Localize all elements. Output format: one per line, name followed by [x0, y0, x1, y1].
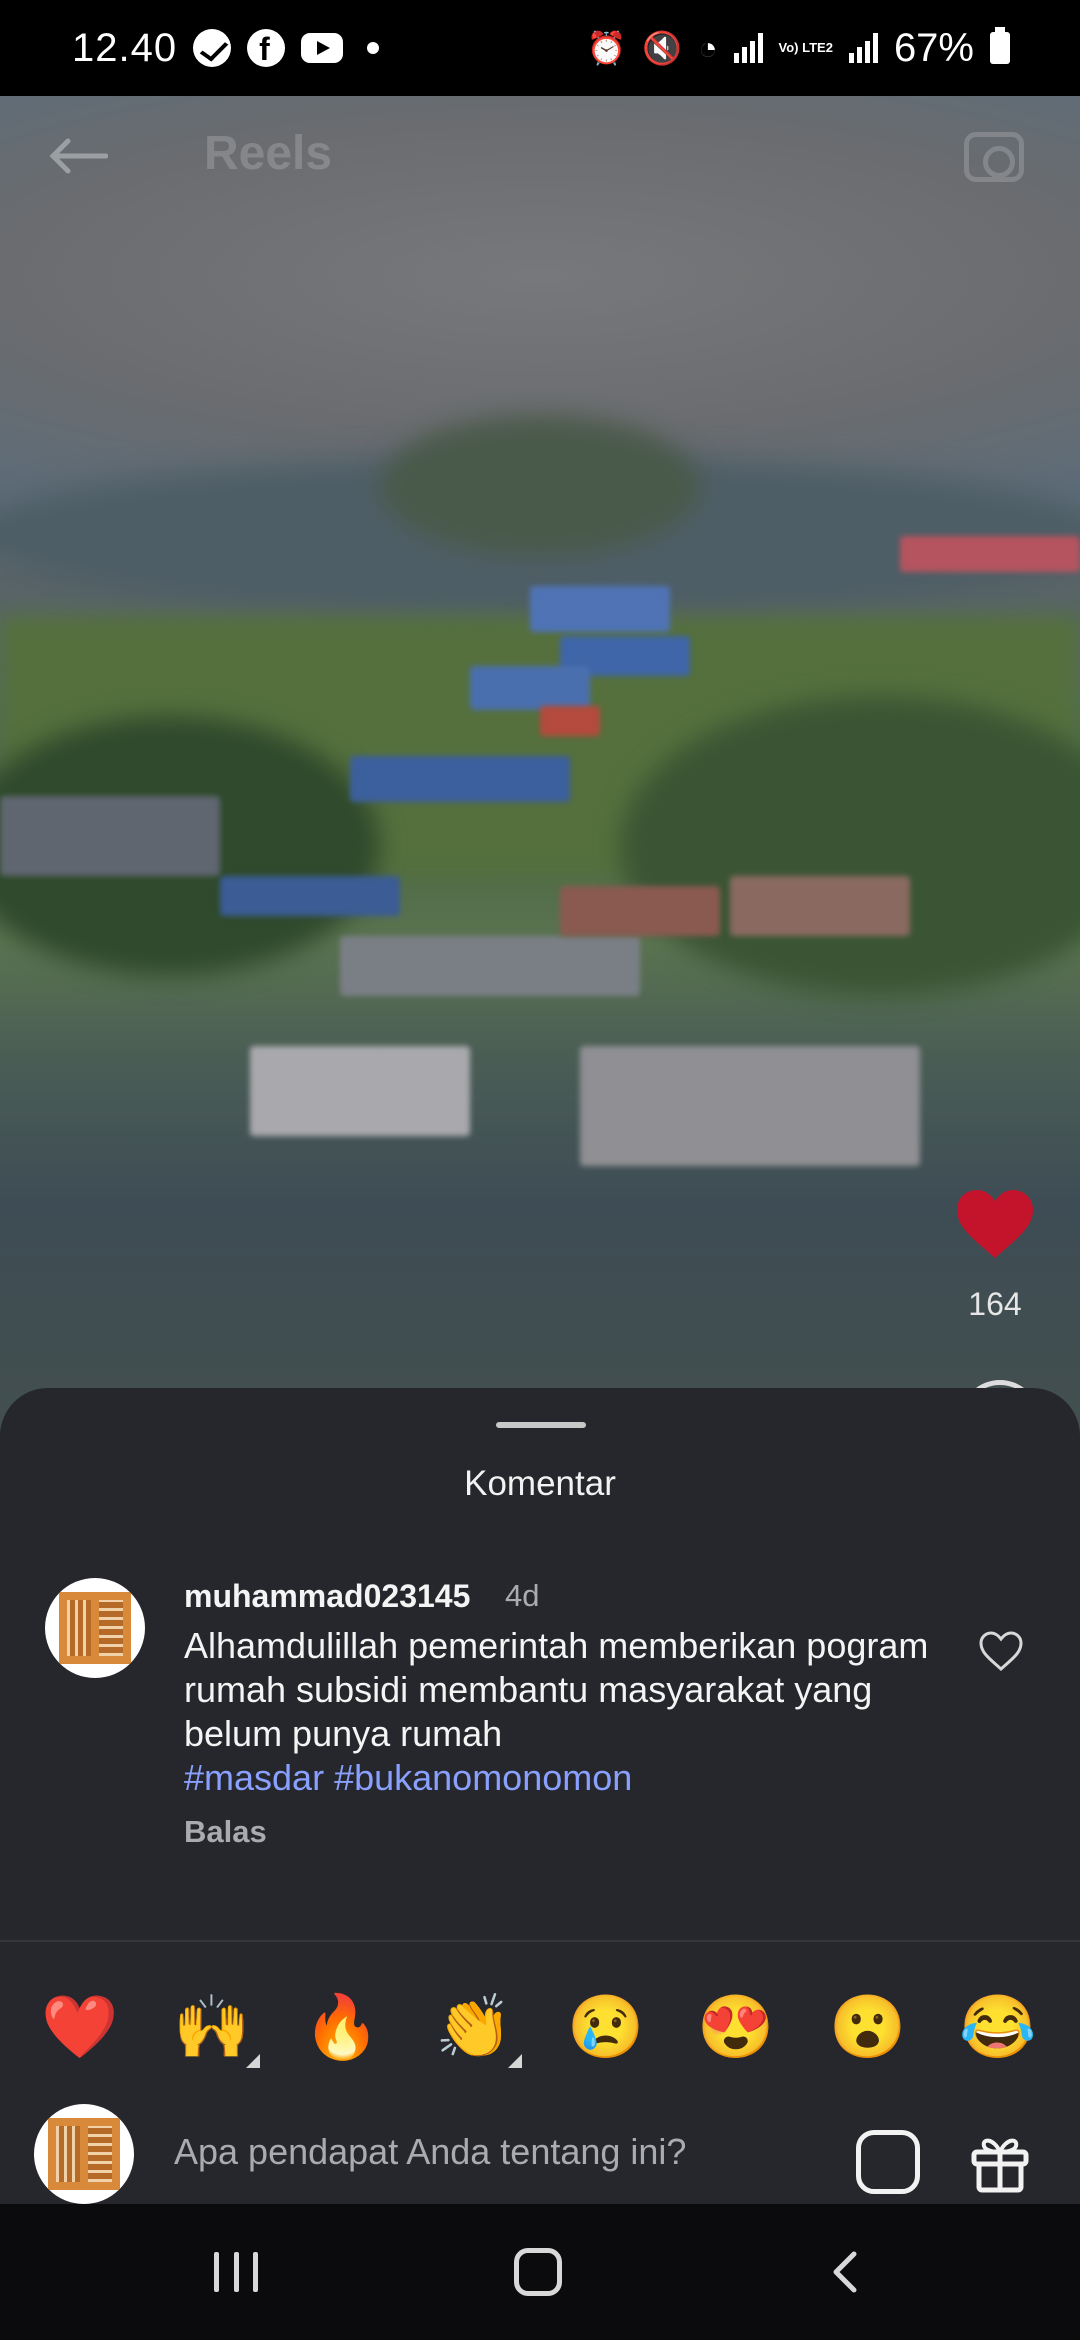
- video-trees: [380, 416, 700, 556]
- emoji-crying-button[interactable]: 😢: [566, 1988, 646, 2068]
- youtube-icon: [301, 33, 344, 63]
- messenger-icon: [193, 29, 232, 67]
- emoji-heart-eyes-button[interactable]: 😍: [696, 1988, 776, 2068]
- reel-video[interactable]: Reels 164: [0, 96, 1080, 1556]
- video-roof: [350, 756, 570, 802]
- comment-username[interactable]: muhammad023145: [184, 1578, 470, 1615]
- camera-icon[interactable]: [964, 132, 1024, 182]
- emoji-fire-button[interactable]: 🔥: [302, 1988, 382, 2068]
- mute-icon: 🔇: [642, 30, 683, 66]
- emoji-clap-button[interactable]: 👏: [434, 1988, 522, 2068]
- alarm-icon: ⏰: [586, 30, 627, 66]
- emoji-raising-hands-button[interactable]: 🙌: [172, 1988, 260, 2068]
- home-icon[interactable]: [514, 2248, 562, 2296]
- video-roof: [340, 936, 640, 996]
- comment-time: 4d: [505, 1578, 540, 1613]
- emoji-surprised-button[interactable]: 😮: [828, 1988, 908, 2068]
- comment-like-heart-icon[interactable]: [978, 1630, 1024, 1672]
- reels-title: Reels: [204, 127, 333, 180]
- notification-dot-icon: [367, 42, 380, 54]
- status-time: 12.40: [72, 25, 178, 70]
- gift-icon[interactable]: [968, 2130, 1032, 2194]
- back-icon[interactable]: [824, 2250, 868, 2294]
- video-roof: [470, 666, 590, 710]
- wifi-icon: ◔: [698, 29, 718, 66]
- divider: [0, 1940, 1080, 1942]
- facebook-icon: [247, 29, 286, 68]
- video-roof: [0, 796, 220, 876]
- video-roof: [560, 886, 720, 936]
- battery-icon: [990, 27, 1010, 64]
- my-avatar: [34, 2104, 134, 2204]
- sheet-drag-handle[interactable]: [496, 1422, 586, 1428]
- comment-input[interactable]: [174, 2120, 814, 2184]
- reply-button[interactable]: Balas: [184, 1814, 267, 1850]
- status-bar: 12.40 ⏰ 🔇 ◔ Vo) LTE2 67%: [0, 0, 1080, 96]
- back-arrow-icon[interactable]: [48, 138, 108, 174]
- video-roof: [540, 706, 600, 736]
- reel-like-heart-icon[interactable]: [955, 1188, 1035, 1260]
- signal-2-icon: [848, 33, 878, 63]
- reel-like-count: 164: [968, 1286, 1022, 1322]
- video-roof: [530, 586, 670, 632]
- system-nav-bar: [0, 2204, 1080, 2340]
- reels-header: Reels: [0, 96, 1080, 216]
- video-roof: [580, 1046, 920, 1166]
- video-roof: [730, 876, 910, 936]
- comment-text: Alhamdulillah pemerintah memberikan pogr…: [184, 1625, 929, 1754]
- volte-label: Vo) LTE2: [778, 40, 833, 55]
- emoji-laughing-button[interactable]: 😂: [958, 1988, 1038, 2068]
- emoji-heart-button[interactable]: ❤️: [40, 1988, 120, 2068]
- battery-percent: 67%: [893, 25, 974, 70]
- sticker-icon[interactable]: [856, 2130, 920, 2194]
- video-roof: [220, 876, 400, 916]
- signal-icon: [733, 33, 763, 63]
- comment-hashtags[interactable]: #masdar #bukanomonomon: [184, 1756, 632, 1800]
- video-roof: [250, 1046, 470, 1136]
- recent-apps-icon[interactable]: [214, 2252, 258, 2292]
- quick-emoji-row: ❤️ 🙌 🔥 👏 😢 😍 😮 😂: [0, 1988, 1080, 2078]
- commenter-avatar[interactable]: [45, 1578, 145, 1678]
- sheet-title: Komentar: [464, 1464, 616, 1503]
- comment-input-row: [0, 2068, 1080, 2204]
- comments-sheet: Komentar muhammad023145 4d Alhamdulillah…: [0, 1388, 1080, 2204]
- comment-item: muhammad023145 4d Alhamdulillah pemerint…: [0, 1578, 1080, 1868]
- video-roof: [900, 536, 1080, 572]
